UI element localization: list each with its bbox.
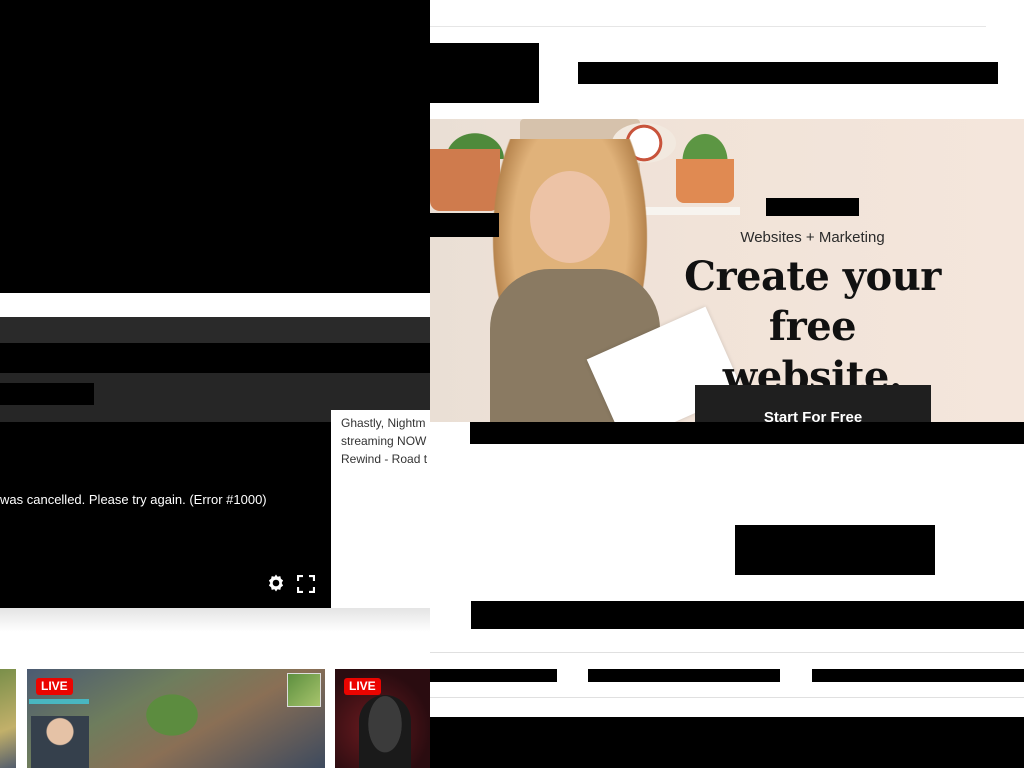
- toolbar-strip: [0, 317, 430, 343]
- streamer-cam: [31, 716, 89, 768]
- thumbnail-minimap: [287, 673, 321, 707]
- hero-title-line: Create your free: [684, 253, 941, 350]
- redacted-tab[interactable]: [588, 669, 780, 682]
- start-for-free-button[interactable]: Start For Free: [695, 385, 931, 422]
- hero-plant: [670, 119, 740, 161]
- redacted-region: [470, 422, 1024, 444]
- hero-person-face: [530, 171, 610, 263]
- redacted-region: [471, 601, 1024, 629]
- header-divider: [430, 26, 986, 27]
- video-player[interactable]: was cancelled. Please try again. (Error …: [0, 422, 331, 608]
- fullscreen-icon[interactable]: [297, 575, 315, 593]
- redacted-region: [430, 213, 499, 237]
- tabs-divider: [430, 652, 1024, 653]
- description-line: Ghastly, Nightm: [341, 416, 426, 430]
- redacted-tab[interactable]: [430, 669, 557, 682]
- tabs-divider: [430, 697, 1024, 698]
- hero-kicker: Websites + Marketing: [740, 229, 885, 246]
- redacted-nav: [578, 62, 998, 84]
- thumbnail-hud: [29, 699, 89, 704]
- stream-thumbnail[interactable]: LIVE: [335, 669, 430, 768]
- redacted-logo: [430, 43, 539, 103]
- stream-thumbnail[interactable]: LIVE: [27, 669, 325, 768]
- redacted-region: [0, 383, 94, 405]
- hero-pot: [676, 159, 734, 203]
- live-badge: LIVE: [344, 678, 381, 695]
- video-error-message: was cancelled. Please try again. (Error …: [0, 492, 267, 507]
- thumbnail-scene: [359, 695, 411, 768]
- redacted-region: [0, 343, 430, 373]
- redacted-region: [0, 0, 430, 293]
- redacted-region: [766, 198, 859, 216]
- description-line: Rewind - Road t: [341, 452, 428, 466]
- hero-title: Create your free website.: [640, 252, 985, 402]
- redacted-region: [430, 717, 1024, 768]
- video-description: Ghastly, Nightm streaming NOW Rewind - R…: [331, 410, 430, 470]
- live-badge: LIVE: [36, 678, 73, 695]
- stream-thumbnail[interactable]: [0, 669, 16, 768]
- panel-shadow: [0, 608, 430, 632]
- redacted-tab[interactable]: [812, 669, 1024, 682]
- thumbnail-scene: [127, 679, 217, 739]
- description-line: streaming NOW: [341, 434, 427, 448]
- gear-icon[interactable]: [266, 573, 286, 593]
- redacted-region: [735, 525, 935, 575]
